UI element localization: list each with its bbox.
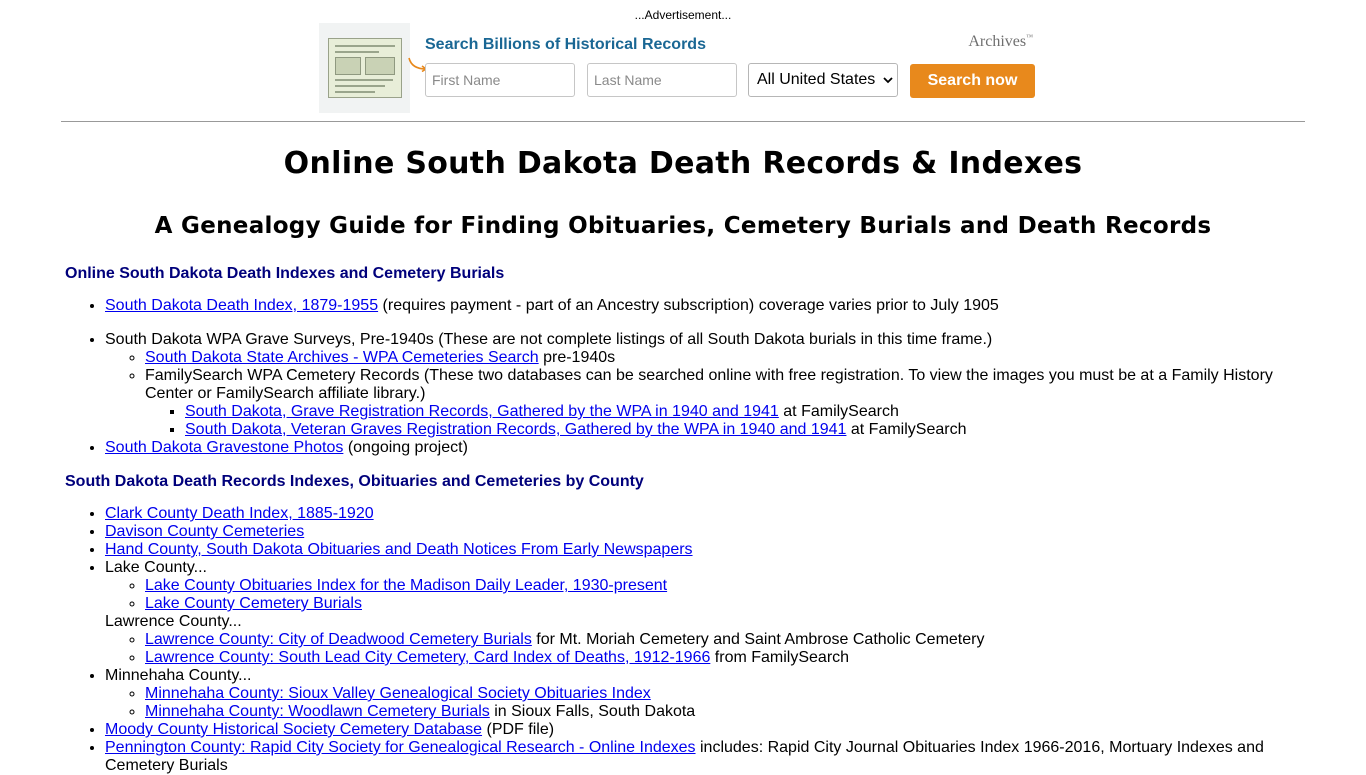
- county-list: Clark County Death Index, 1885-1920 Davi…: [65, 505, 1295, 775]
- veteran-graves-link[interactable]: South Dakota, Veteran Graves Registratio…: [185, 421, 846, 438]
- search-now-button[interactable]: Search now: [910, 64, 1035, 98]
- page-title: Online South Dakota Death Records & Inde…: [283, 146, 1083, 181]
- list-item: South Dakota State Archives - WPA Cemete…: [145, 349, 1295, 367]
- location-select[interactable]: All United States: [748, 63, 898, 97]
- page-subtitle: A Genealogy Guide for Finding Obituaries…: [154, 213, 1212, 239]
- list-item: Lawrence County: City of Deadwood Cemete…: [145, 631, 1295, 649]
- pennington-county-link[interactable]: Pennington County: Rapid City Society fo…: [105, 739, 696, 756]
- gravestone-photos-link[interactable]: South Dakota Gravestone Photos: [105, 439, 343, 456]
- advertisement-label: ...Advertisement...: [634, 8, 732, 22]
- list-item: Minnehaha County: Sioux Valley Genealogi…: [145, 685, 1295, 703]
- sioux-valley-obituaries-link[interactable]: Minnehaha County: Sioux Valley Genealogi…: [145, 685, 651, 702]
- last-name-input[interactable]: [587, 63, 737, 97]
- woodlawn-cemetery-link[interactable]: Minnehaha County: Woodlawn Cemetery Buri…: [145, 703, 490, 720]
- list-item: Clark County Death Index, 1885-1920: [105, 505, 1295, 523]
- sd-archives-wpa-link[interactable]: South Dakota State Archives - WPA Cemete…: [145, 349, 539, 366]
- list-item: Lake County Cemetery Burials: [145, 595, 1295, 613]
- wpa-sublist: South Dakota State Archives - WPA Cemete…: [105, 349, 1295, 439]
- death-indexes-list: South Dakota Death Index, 1879-1955 (req…: [65, 297, 1295, 457]
- clark-county-link[interactable]: Clark County Death Index, 1885-1920: [105, 505, 374, 522]
- list-item: South Dakota, Grave Registration Records…: [185, 403, 1295, 421]
- main-content: Online South Dakota Death Indexes and Ce…: [65, 263, 1295, 775]
- list-item: South Dakota WPA Grave Surveys, Pre-1940…: [105, 331, 1295, 439]
- section-heading-by-county: South Dakota Death Records Indexes, Obit…: [65, 473, 644, 490]
- horizontal-divider: [61, 121, 1305, 122]
- first-name-input[interactable]: [425, 63, 575, 97]
- list-item: Davison County Cemeteries: [105, 523, 1295, 541]
- search-panel: Search Billions of Historical Records Ar…: [408, 23, 1047, 113]
- list-item: South Dakota Death Index, 1879-1955 (req…: [105, 297, 1295, 315]
- list-item: South Dakota, Veteran Graves Registratio…: [185, 421, 1295, 439]
- list-item: Lake County Obituaries Index for the Mad…: [145, 577, 1295, 595]
- advertisement-banner[interactable]: Search Billions of Historical Records Ar…: [319, 23, 1047, 113]
- archives-logo: Archives™: [968, 33, 1033, 50]
- lawrence-county-sublist: Lawrence County: City of Deadwood Cemete…: [105, 631, 1295, 667]
- section-heading-death-indexes: Online South Dakota Death Indexes and Ce…: [65, 265, 505, 282]
- deadwood-cemetery-link[interactable]: Lawrence County: City of Deadwood Cemete…: [145, 631, 532, 648]
- list-item: Minnehaha County... Minnehaha County: Si…: [105, 667, 1295, 721]
- moody-county-link[interactable]: Moody County Historical Society Cemetery…: [105, 721, 482, 738]
- davison-county-link[interactable]: Davison County Cemeteries: [105, 523, 304, 540]
- grave-registration-link[interactable]: South Dakota, Grave Registration Records…: [185, 403, 779, 420]
- location-select-value: All United States: [757, 71, 876, 88]
- list-item: FamilySearch WPA Cemetery Records (These…: [145, 367, 1295, 439]
- list-item: Minnehaha County: Woodlawn Cemetery Buri…: [145, 703, 1295, 721]
- ad-title: Search Billions of Historical Records: [425, 36, 706, 53]
- lake-obituaries-link[interactable]: Lake County Obituaries Index for the Mad…: [145, 577, 667, 594]
- hand-county-link[interactable]: Hand County, South Dakota Obituaries and…: [105, 541, 693, 558]
- list-item: Pennington County: Rapid City Society fo…: [105, 739, 1295, 775]
- list-item: Moody County Historical Society Cemetery…: [105, 721, 1295, 739]
- list-item: South Dakota Gravestone Photos (ongoing …: [105, 439, 1295, 457]
- south-lead-cemetery-link[interactable]: Lawrence County: South Lead City Cemeter…: [145, 649, 710, 666]
- lawrence-county-label: Lawrence County...: [105, 613, 242, 630]
- lake-county-sublist: Lake County Obituaries Index for the Mad…: [105, 577, 1295, 613]
- chevron-down-icon: [883, 77, 893, 84]
- list-item: Lawrence County: South Lead City Cemeter…: [145, 649, 1295, 667]
- list-item: Hand County, South Dakota Obituaries and…: [105, 541, 1295, 559]
- list-item: Lake County... Lake County Obituaries In…: [105, 559, 1295, 667]
- sd-death-index-link[interactable]: South Dakota Death Index, 1879-1955: [105, 297, 378, 314]
- death-certificate-thumbnail: [328, 38, 402, 98]
- lake-cemetery-link[interactable]: Lake County Cemetery Burials: [145, 595, 362, 612]
- familysearch-sublist: South Dakota, Grave Registration Records…: [145, 403, 1295, 439]
- minnehaha-county-sublist: Minnehaha County: Sioux Valley Genealogi…: [105, 685, 1295, 721]
